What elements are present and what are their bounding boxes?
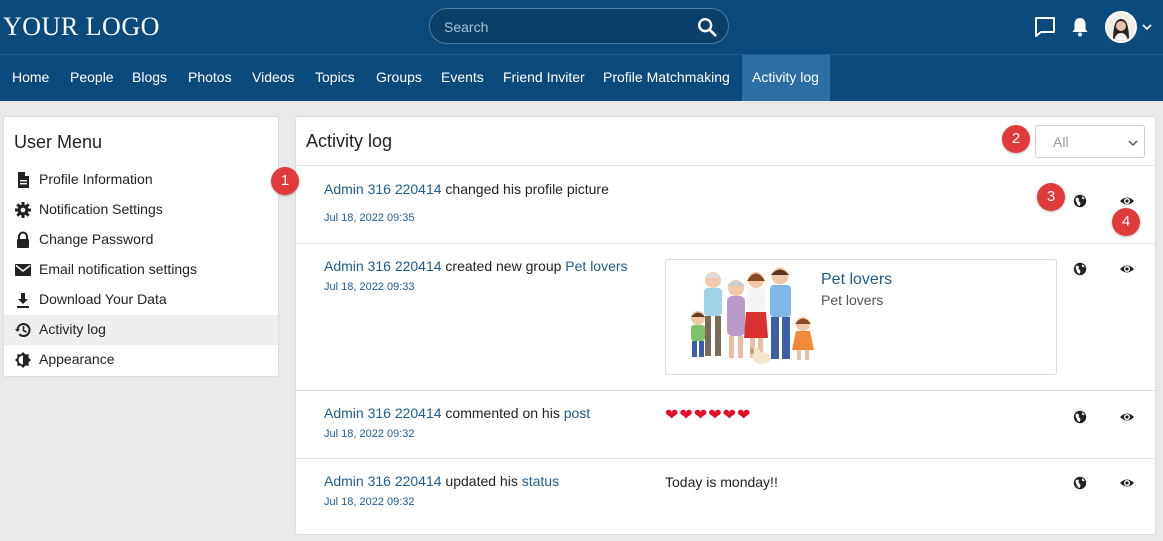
avatar[interactable]: [1105, 11, 1137, 43]
user-menu-title: User Menu: [14, 132, 103, 152]
activity-text: Admin 316 220414 updated his status: [324, 473, 559, 489]
search-input[interactable]: [444, 17, 684, 37]
globe-icon[interactable]: [1073, 194, 1087, 208]
nav-blogs[interactable]: Blogs: [122, 55, 177, 101]
search-bar: [429, 8, 729, 44]
activity-log-panel: Activity log All Admin 316 220414 change…: [295, 116, 1156, 535]
nav-people[interactable]: People: [60, 55, 124, 101]
activity-filter-select[interactable]: All: [1035, 125, 1145, 158]
callout-badge-2: 2: [1002, 125, 1030, 153]
action-text: created new group: [441, 258, 566, 274]
callout-badge-4: 4: [1112, 208, 1140, 236]
account-menu[interactable]: [1105, 11, 1153, 43]
menu-item-activity-log[interactable]: Activity log: [4, 315, 278, 345]
activity-text: Admin 316 220414 commented on his post: [324, 405, 590, 421]
nav-groups[interactable]: Groups: [366, 55, 432, 101]
menu-item-appearance[interactable]: Appearance: [4, 345, 278, 375]
menu-item-label: Profile Information: [39, 171, 153, 187]
chat-icon[interactable]: [1033, 15, 1057, 39]
eye-icon[interactable]: [1119, 261, 1135, 277]
menu-item-change-password[interactable]: Change Password: [4, 225, 278, 255]
filter-value: All: [1053, 134, 1069, 150]
post-link[interactable]: post: [564, 405, 590, 421]
menu-item-label: Download Your Data: [39, 291, 167, 307]
group-card-subtitle: Pet lovers: [821, 292, 884, 308]
nav-topics[interactable]: Topics: [305, 55, 365, 101]
search-icon[interactable]: [696, 16, 718, 38]
nav-profile-matchmaking[interactable]: Profile Matchmaking: [593, 55, 740, 101]
group-link[interactable]: Pet lovers: [565, 258, 627, 274]
actor-link[interactable]: Admin 316 220414: [324, 181, 442, 197]
download-icon: [17, 293, 29, 308]
nav-videos[interactable]: Videos: [242, 55, 305, 101]
menu-item-label: Notification Settings: [39, 201, 163, 217]
menu-item-label: Activity log: [39, 321, 106, 337]
menu-item-notification-settings[interactable]: Notification Settings: [4, 195, 278, 225]
callout-badge-3: 3: [1037, 183, 1065, 211]
activity-row: Admin 316 220414 updated his status Jul …: [296, 459, 1155, 534]
site-logo[interactable]: YOUR LOGO: [3, 12, 160, 42]
activity-row: Admin 316 220414 changed his profile pic…: [296, 167, 1155, 244]
nav-activity-log[interactable]: Activity log: [742, 55, 830, 101]
status-link[interactable]: status: [522, 473, 559, 489]
activity-text: Admin 316 220414 created new group Pet l…: [324, 258, 628, 274]
activity-row: Admin 316 220414 commented on his post J…: [296, 391, 1155, 459]
activity-row: Admin 316 220414 created new group Pet l…: [296, 244, 1155, 391]
menu-item-label: Change Password: [39, 231, 154, 247]
actor-link[interactable]: Admin 316 220414: [324, 473, 442, 489]
menu-item-profile-information[interactable]: Profile Information: [4, 165, 278, 195]
action-text: changed his profile picture: [441, 181, 609, 197]
chevron-down-icon[interactable]: [1141, 21, 1153, 33]
user-menu: User Menu Profile Information Notificati…: [3, 116, 279, 377]
activity-text: Admin 316 220414 changed his profile pic…: [324, 181, 609, 197]
nav-photos[interactable]: Photos: [178, 55, 242, 101]
activity-date: Jul 18, 2022 09:32: [324, 496, 415, 508]
comment-content: ❤❤❤❤❤❤: [665, 405, 752, 424]
menu-item-label: Appearance: [39, 351, 115, 367]
gear-icon: [15, 202, 31, 218]
avatar-image: [1107, 13, 1135, 41]
eye-icon[interactable]: [1119, 193, 1135, 209]
menu-item-download-data[interactable]: Download Your Data: [4, 285, 278, 315]
eye-icon[interactable]: [1119, 409, 1135, 425]
group-card[interactable]: Pet lovers Pet lovers: [665, 259, 1057, 375]
status-content: Today is monday!!: [665, 474, 778, 490]
group-thumbnail: [680, 266, 820, 370]
document-icon: [18, 172, 29, 188]
appearance-icon: [15, 352, 31, 368]
nav-events[interactable]: Events: [431, 55, 494, 101]
action-text: updated his: [441, 473, 522, 489]
callout-badge-1: 1: [271, 167, 299, 195]
activity-date: Jul 18, 2022 09:32: [324, 428, 415, 440]
bell-icon[interactable]: [1068, 15, 1092, 39]
top-header: YOUR LOGO: [0, 0, 1163, 54]
chevron-down-icon: [1128, 140, 1138, 147]
globe-icon[interactable]: [1073, 410, 1087, 424]
actor-link[interactable]: Admin 316 220414: [324, 258, 442, 274]
nav-friend-inviter[interactable]: Friend Inviter: [493, 55, 595, 101]
main-nav: Home People Blogs Photos Videos Topics G…: [0, 54, 1163, 101]
action-text: commented on his: [441, 405, 564, 421]
menu-item-email-notifications[interactable]: Email notification settings: [4, 255, 278, 285]
group-card-title[interactable]: Pet lovers: [821, 271, 892, 289]
history-icon: [15, 323, 31, 337]
globe-icon[interactable]: [1073, 262, 1087, 276]
menu-item-label: Email notification settings: [39, 261, 197, 277]
globe-icon[interactable]: [1073, 476, 1087, 490]
activity-date: Jul 18, 2022 09:33: [324, 281, 415, 293]
page-title: Activity log: [306, 131, 393, 151]
actor-link[interactable]: Admin 316 220414: [324, 405, 442, 421]
envelope-icon: [15, 264, 31, 276]
activity-date: Jul 18, 2022 09:35: [324, 212, 415, 224]
lock-icon: [17, 231, 29, 248]
nav-home[interactable]: Home: [2, 55, 59, 101]
eye-icon[interactable]: [1119, 475, 1135, 491]
